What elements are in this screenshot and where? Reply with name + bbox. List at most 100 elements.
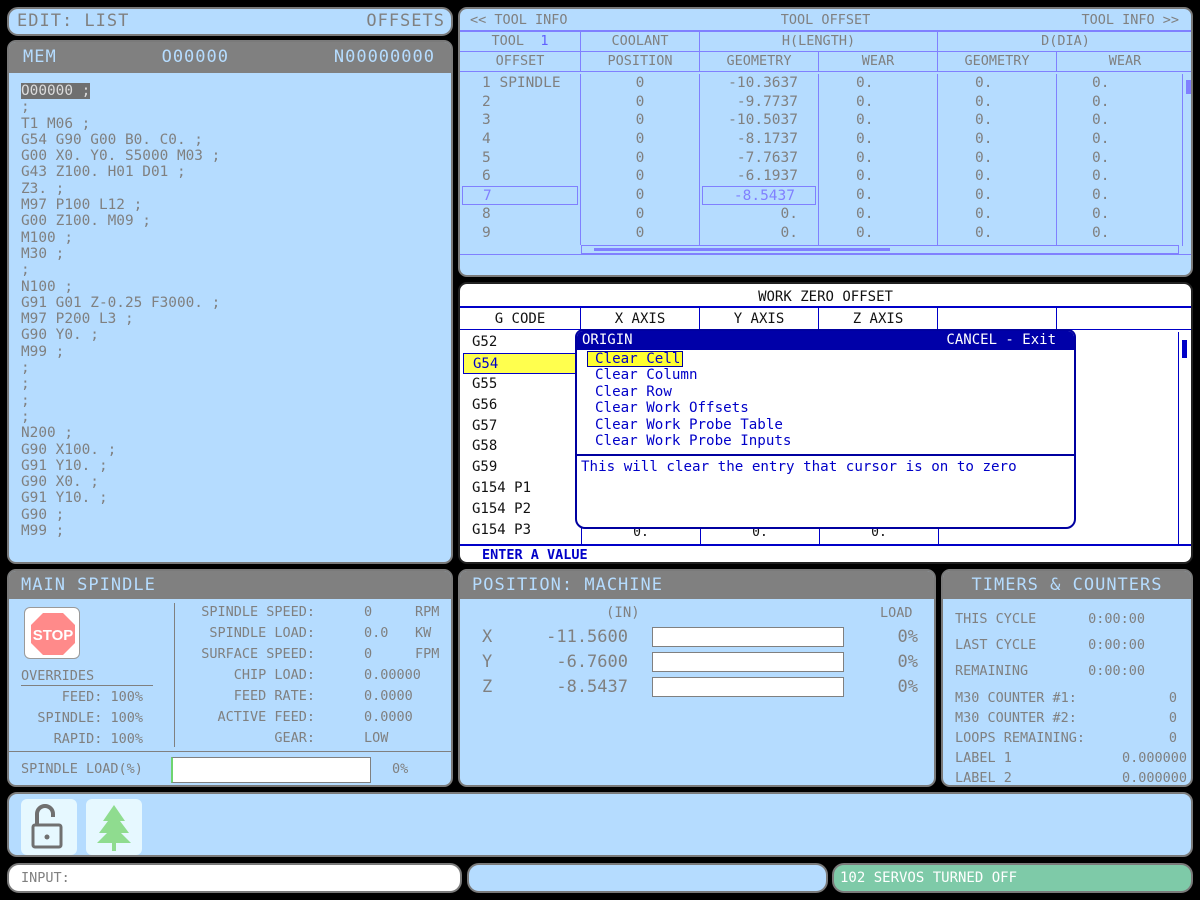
program-line[interactable]: N100 ; [21, 279, 451, 295]
counter-row[interactable]: M30 COUNTER #2: 0 [955, 708, 1187, 728]
program-line[interactable]: G91 Y10. ; [21, 490, 451, 506]
counter-row[interactable]: M30 COUNTER #1: 0 [955, 688, 1187, 708]
tool-offset-cell-offset[interactable]: 8 [460, 205, 580, 224]
program-listing[interactable]: O00000 ;; T1 M06 ; G54 G90 G00 B0. C0. ; G0… [9, 73, 451, 539]
input-field[interactable]: INPUT: [7, 863, 462, 893]
tool-offset-cell-h-wear[interactable]: 0. [819, 149, 937, 168]
tool-offset-cell-d-wear[interactable]: 0. [1057, 224, 1179, 243]
tool-offset-cell-h-wear[interactable]: 0. [819, 205, 937, 224]
tool-offset-cell-offset[interactable]: 1 SPINDLE [460, 74, 580, 93]
tool-offset-cell-h-wear[interactable]: 0. [819, 74, 937, 93]
tool-offset-cell-d-geom[interactable]: 0. [938, 130, 1056, 149]
program-line[interactable]: ; [21, 99, 451, 115]
tool-offset-cell-coolant[interactable]: 0 [581, 149, 699, 168]
program-line[interactable]: M30 ; [21, 246, 451, 262]
tool-offset-cell-h-wear[interactable]: 0. [819, 93, 937, 112]
program-line[interactable]: T1 M06 ; [21, 116, 451, 132]
tool-offset-cell-coolant[interactable]: 0 [581, 74, 699, 93]
tool-offset-cell-coolant[interactable]: 0 [581, 224, 699, 243]
program-line[interactable]: ; [21, 393, 451, 409]
program-line[interactable]: G91 G01 Z-0.25 F3000. ; [21, 295, 451, 311]
tool-offset-cell-d-geom[interactable]: 0. [938, 186, 1056, 205]
cancel-exit-hint[interactable]: CANCEL - Exit [946, 331, 1056, 350]
scroll-thumb[interactable] [1182, 340, 1187, 358]
tool-offset-cell-h-wear[interactable]: 0. [819, 111, 937, 130]
tool-offset-cell-d-geom[interactable]: 0. [938, 167, 1056, 186]
program-line[interactable]: ; [21, 409, 451, 425]
tool-offset-cell-d-wear[interactable]: 0. [1057, 205, 1179, 224]
tool-offset-cell-d-geom[interactable]: 0. [938, 149, 1056, 168]
program-line[interactable]: N200 ; [21, 425, 451, 441]
tool-offset-cell-offset[interactable]: 7 [462, 186, 578, 205]
work-offset-vertical-scrollbar[interactable] [1178, 332, 1189, 545]
tool-offset-vertical-scrollbar[interactable] [1182, 74, 1191, 246]
scroll-thumb[interactable] [1186, 80, 1191, 94]
tool-offset-cell-offset[interactable]: 9 [460, 224, 580, 243]
tool-offset-cell-coolant[interactable]: 0 [581, 167, 699, 186]
next-tool-info-button[interactable]: TOOL INFO >> [1081, 9, 1179, 30]
tool-offset-cell-h-geom[interactable]: -10.3637 [700, 74, 818, 93]
program-line[interactable]: M97 P200 L3 ; [21, 311, 451, 327]
tool-offset-cell-h-geom[interactable]: -7.7637 [700, 149, 818, 168]
program-line[interactable]: G90 ; [21, 507, 451, 523]
program-line[interactable]: G00 X0. Y0. S5000 M03 ; [21, 148, 451, 164]
program-line[interactable]: G00 Z100. M09 ; [21, 213, 451, 229]
tool-offset-cell-d-wear[interactable]: 0. [1057, 130, 1179, 149]
lock-status-button[interactable] [21, 799, 77, 855]
tool-offset-cell-d-wear[interactable]: 0. [1057, 74, 1179, 93]
prev-tool-info-button[interactable]: << TOOL INFO [470, 9, 568, 30]
tool-offset-cell-h-wear[interactable]: 0. [819, 186, 937, 205]
tool-offset-cell-h-wear[interactable]: 0. [819, 224, 937, 243]
tool-offset-cell-coolant[interactable]: 0 [581, 111, 699, 130]
program-line[interactable]: O00000 ; [21, 83, 451, 100]
alarm-status-bar[interactable]: 102 SERVOS TURNED OFF [832, 863, 1193, 893]
program-line[interactable]: G90 Y0. ; [21, 327, 451, 343]
tool-offset-cell-h-geom[interactable]: -8.5437 [702, 186, 816, 205]
tree-status-button[interactable] [86, 799, 142, 855]
tool-offset-cell-coolant[interactable]: 0 [581, 130, 699, 149]
tool-offset-cell-d-wear[interactable]: 0. [1057, 186, 1179, 205]
tool-offset-cell-offset[interactable]: 3 [460, 111, 580, 130]
tool-offset-horizontal-scrollbar[interactable] [581, 245, 1179, 254]
tool-offset-cell-h-geom[interactable]: 0. [700, 224, 818, 243]
tool-offset-cell-h-geom[interactable]: -6.1937 [700, 167, 818, 186]
program-line[interactable]: ; [21, 360, 451, 376]
tool-offset-cell-d-geom[interactable]: 0. [938, 205, 1056, 224]
tool-offset-cell-d-geom[interactable]: 0. [938, 111, 1056, 130]
tool-offset-cell-offset[interactable]: 5 [460, 149, 580, 168]
program-line[interactable]: G90 X100. ; [21, 442, 451, 458]
tool-offset-cell-d-wear[interactable]: 0. [1057, 111, 1179, 130]
program-line[interactable]: G54 G90 G00 B0. C0. ; [21, 132, 451, 148]
popup-menu-item[interactable]: Clear Column [587, 367, 1074, 383]
tool-offset-cell-d-wear[interactable]: 0. [1057, 149, 1179, 168]
tool-offset-cell-coolant[interactable]: 0 [581, 205, 699, 224]
program-line[interactable]: ; [21, 376, 451, 392]
tool-offset-cell-h-wear[interactable]: 0. [819, 130, 937, 149]
tool-offset-cell-h-geom[interactable]: -9.7737 [700, 93, 818, 112]
program-line[interactable]: M99 ; [21, 344, 451, 360]
tool-offset-cell-d-wear[interactable]: 0. [1057, 167, 1179, 186]
tool-offset-cell-coolant[interactable]: 0 [581, 93, 699, 112]
popup-menu-item[interactable]: Clear Work Offsets [587, 400, 1074, 416]
tool-offset-cell-h-wear[interactable]: 0. [819, 167, 937, 186]
program-line[interactable]: G91 Y10. ; [21, 458, 451, 474]
tool-offset-cell-offset[interactable]: 6 [460, 167, 580, 186]
tool-offset-cell-h-geom[interactable]: -10.5037 [700, 111, 818, 130]
program-line[interactable]: M99 ; [21, 523, 451, 539]
tool-offset-cell-d-geom[interactable]: 0. [938, 74, 1056, 93]
program-line[interactable]: M97 P100 L12 ; [21, 197, 451, 213]
tool-offset-cell-h-geom[interactable]: -8.1737 [700, 130, 818, 149]
popup-menu-item[interactable]: Clear Row [587, 384, 1074, 400]
program-line[interactable]: G90 X0. ; [21, 474, 451, 490]
program-line[interactable]: ; [21, 262, 451, 278]
tool-offset-cell-offset[interactable]: 2 [460, 93, 580, 112]
popup-menu-item[interactable]: Clear Cell [587, 351, 1074, 368]
tool-offset-cell-coolant[interactable]: 0 [581, 186, 699, 205]
program-line[interactable]: G43 Z100. H01 D01 ; [21, 164, 451, 180]
tool-offset-cell-offset[interactable]: 4 [460, 130, 580, 149]
tool-offset-cell-d-geom[interactable]: 0. [938, 93, 1056, 112]
popup-menu-item[interactable]: Clear Work Probe Inputs [587, 433, 1074, 449]
program-line[interactable]: Z3. ; [21, 181, 451, 197]
tool-offset-cell-h-geom[interactable]: 0. [700, 205, 818, 224]
tool-offset-cell-d-geom[interactable]: 0. [938, 224, 1056, 243]
